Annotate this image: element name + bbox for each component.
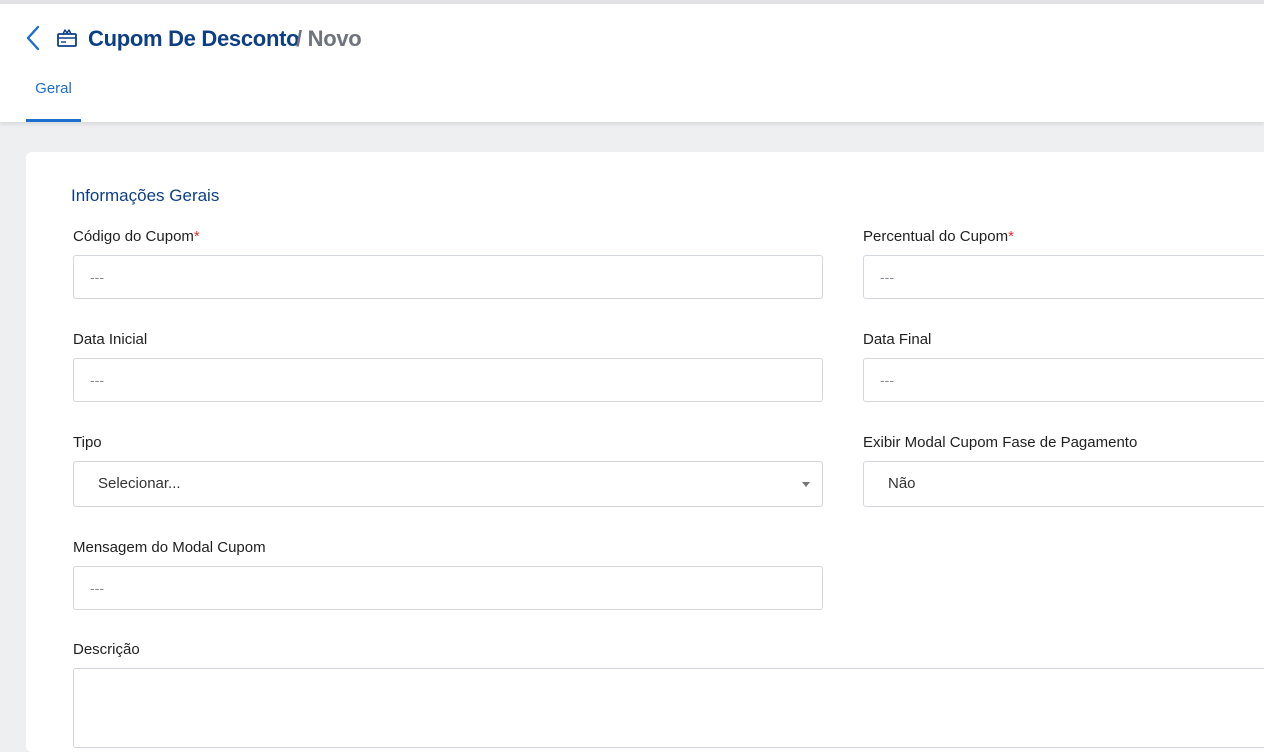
data-final-label: Data Final [863,331,932,348]
section-title: Informações Gerais [71,186,220,205]
exibir-modal-select[interactable]: Não [863,461,1264,507]
exibir-modal-label: Exibir Modal Cupom Fase de Pagamento [863,434,1138,451]
percentual-input[interactable] [863,255,1264,299]
tab-geral[interactable]: Geral [26,80,81,122]
form-card: Informações Gerais Código do Cupom* Perc… [26,152,1264,752]
descricao-label: Descrição [73,641,140,658]
codigo-input[interactable] [73,255,823,299]
codigo-label-text: Código do Cupom [73,228,194,245]
descricao-textarea[interactable] [73,668,1264,748]
required-mark: * [193,228,200,245]
mensagem-modal-input[interactable] [73,566,823,610]
page-subtitle: / Novo [296,26,362,51]
caret-down-icon [802,482,810,487]
mensagem-modal-label: Mensagem do Modal Cupom [73,539,266,556]
exibir-modal-value: Não [888,475,916,492]
tipo-select-value: Selecionar... [98,475,181,492]
page-title: Cupom De Desconto [88,26,300,51]
data-inicial-label: Data Inicial [73,331,148,348]
required-mark: * [1008,228,1014,245]
tab-geral-indicator [26,119,81,122]
back-button[interactable] [22,24,44,52]
page-header: Cupom De Desconto / Novo Geral [0,4,1264,122]
data-final-input[interactable] [863,358,1264,402]
tipo-select[interactable]: Selecionar... [73,461,823,507]
tipo-label: Tipo [73,434,102,451]
percentual-label-text: Percentual do Cupom [863,228,1009,245]
data-inicial-input[interactable] [73,358,823,402]
chevron-left-icon [26,25,40,51]
codigo-label: Código do Cupom* [73,228,200,245]
ticket-icon [56,27,78,49]
percentual-label: Percentual do Cupom* [863,228,1014,245]
